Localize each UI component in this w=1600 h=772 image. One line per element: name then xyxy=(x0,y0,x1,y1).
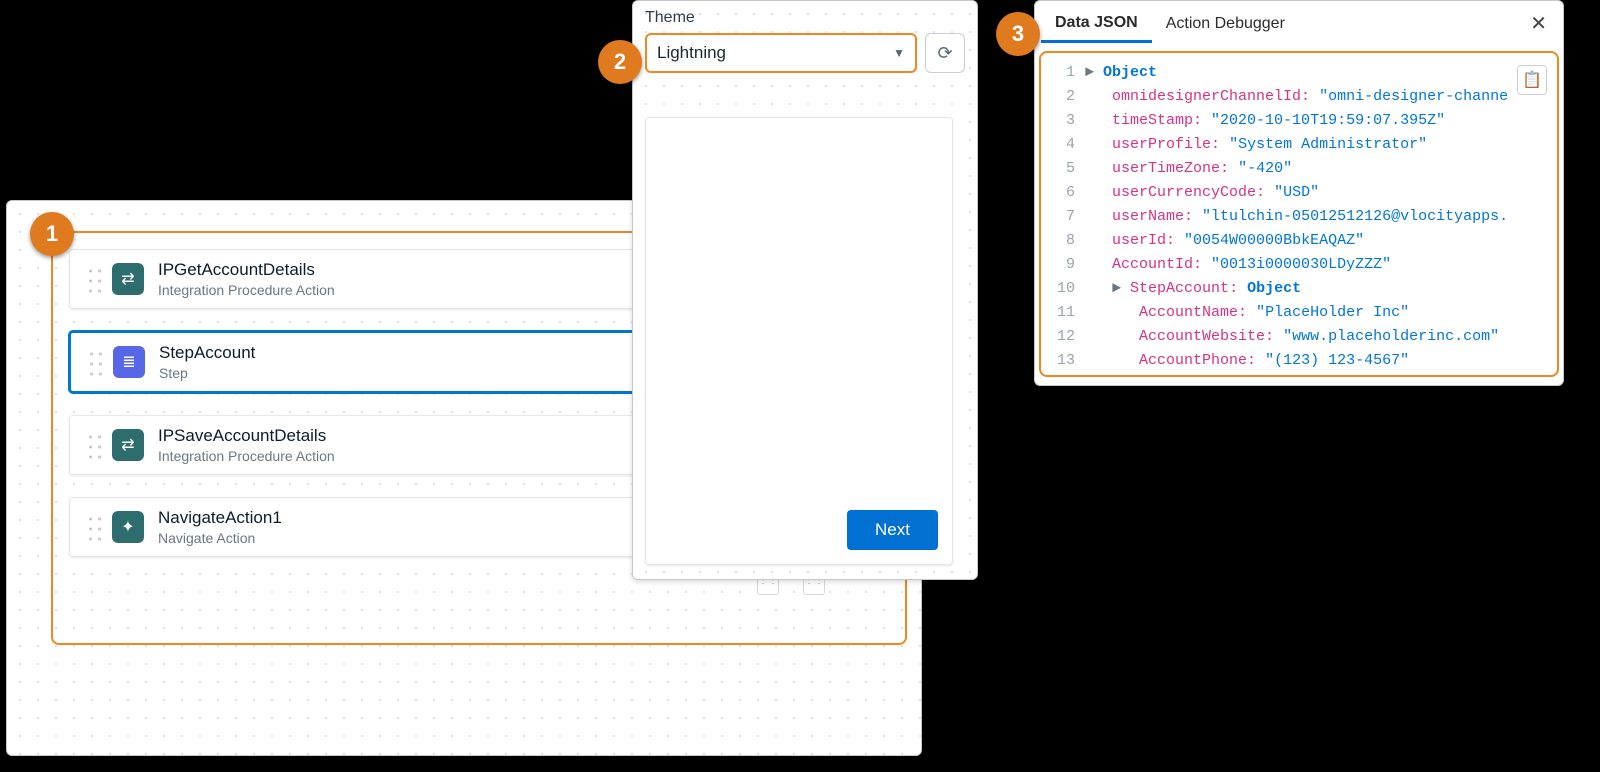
line-number: 3 xyxy=(1041,109,1085,133)
json-value: "System Administrator" xyxy=(1229,136,1427,153)
expand-arrow-icon[interactable]: ► xyxy=(1112,280,1130,297)
card-subtitle: Integration Procedure Action xyxy=(158,448,335,464)
json-key: userTimeZone xyxy=(1112,160,1220,177)
json-value: "0013i0000030LDyZZZ" xyxy=(1211,256,1391,273)
json-key: userName xyxy=(1112,208,1184,225)
json-row[interactable]: 9 AccountId: "0013i0000030LDyZZZ" xyxy=(1041,253,1553,277)
callout-badge-2: 2 xyxy=(598,40,642,84)
reload-button[interactable]: ⟳ xyxy=(925,33,965,73)
tab-data-json[interactable]: Data JSON xyxy=(1041,4,1152,43)
json-key: userProfile xyxy=(1112,136,1211,153)
json-value: "-420" xyxy=(1238,160,1292,177)
line-number: 6 xyxy=(1041,181,1085,205)
preview-viewport: Next xyxy=(645,117,953,565)
json-key: AccountWebsite xyxy=(1139,328,1265,345)
json-key: AccountName xyxy=(1139,304,1238,321)
json-key: AccountPhone xyxy=(1139,352,1247,369)
theme-select[interactable]: Lightning ▼ xyxy=(645,33,917,73)
callout-badge-1: 1 xyxy=(30,212,74,256)
json-row[interactable]: 11 AccountName: "PlaceHolder Inc" xyxy=(1041,301,1553,325)
json-value: "ltulchin-05012512126@vlocityapps. xyxy=(1202,208,1508,225)
drag-handle-icon[interactable] xyxy=(84,512,102,542)
card-title: NavigateAction1 xyxy=(158,508,282,528)
drag-handle-icon[interactable] xyxy=(84,264,102,294)
json-key: StepAccount xyxy=(1130,280,1229,297)
card-title: IPSaveAccountDetails xyxy=(158,426,335,446)
json-viewer[interactable]: 1► Object2 omnidesignerChannelId: "omni-… xyxy=(1041,61,1553,373)
theme-select-value: Lightning xyxy=(657,43,726,63)
drag-handle-icon[interactable] xyxy=(85,347,103,377)
line-number: 10 xyxy=(1041,277,1085,301)
json-key: userId xyxy=(1112,232,1166,249)
json-key: timeStamp xyxy=(1112,112,1193,129)
line-number: 11 xyxy=(1041,301,1085,325)
close-icon[interactable]: ✕ xyxy=(1520,11,1557,36)
json-key: userCurrencyCode xyxy=(1112,184,1256,201)
clipboard-icon: 📋 xyxy=(1522,70,1542,90)
chevron-down-icon: ▼ xyxy=(893,46,905,60)
json-value: "PlaceHolder Inc" xyxy=(1256,304,1409,321)
json-value: "0054W00000BbkEAQAZ" xyxy=(1184,232,1364,249)
json-row[interactable]: 13 AccountPhone: "(123) 123-4567" xyxy=(1041,349,1553,373)
json-value: "omni-designer-channe xyxy=(1319,88,1508,105)
callout-badge-3: 3 xyxy=(996,12,1040,56)
json-key: omnidesignerChannelId xyxy=(1112,88,1301,105)
next-button[interactable]: Next xyxy=(847,510,938,550)
card-title: StepAccount xyxy=(159,343,255,363)
json-value: "2020-10-10T19:59:07.395Z" xyxy=(1211,112,1445,129)
line-number: 12 xyxy=(1041,325,1085,349)
card-subtitle: Integration Procedure Action xyxy=(158,282,335,298)
element-type-icon: ≣ xyxy=(113,346,145,378)
debugger-tabs: Data JSON Action Debugger ✕ xyxy=(1035,1,1563,45)
json-value: Object xyxy=(1247,280,1301,297)
expand-arrow-icon[interactable]: ► xyxy=(1085,64,1103,81)
line-number: 5 xyxy=(1041,157,1085,181)
preview-panel: Theme Lightning ▼ ⟳ Next xyxy=(632,0,978,580)
card-subtitle: Navigate Action xyxy=(158,530,282,546)
card-title: IPGetAccountDetails xyxy=(158,260,335,280)
json-row[interactable]: 2 omnidesignerChannelId: "omni-designer-… xyxy=(1041,85,1553,109)
theme-label: Theme xyxy=(645,9,965,27)
card-subtitle: Step xyxy=(159,365,255,381)
tab-action-debugger[interactable]: Action Debugger xyxy=(1152,5,1299,41)
line-number: 8 xyxy=(1041,229,1085,253)
json-value: "USD" xyxy=(1274,184,1319,201)
json-value: Object xyxy=(1103,64,1157,81)
reload-icon: ⟳ xyxy=(937,43,952,64)
json-row[interactable]: 12 AccountWebsite: "www.placeholderinc.c… xyxy=(1041,325,1553,349)
line-number: 4 xyxy=(1041,133,1085,157)
json-row[interactable]: 3 timeStamp: "2020-10-10T19:59:07.395Z" xyxy=(1041,109,1553,133)
line-number: 1 xyxy=(1041,61,1085,85)
json-row[interactable]: 8 userId: "0054W00000BbkEAQAZ" xyxy=(1041,229,1553,253)
callout-outline-3: 📋 1► Object2 omnidesignerChannelId: "omn… xyxy=(1039,51,1559,377)
line-number: 7 xyxy=(1041,205,1085,229)
json-row[interactable]: 7 userName: "ltulchin-05012512126@vlocit… xyxy=(1041,205,1553,229)
preview-header: Theme Lightning ▼ ⟳ xyxy=(633,1,977,109)
element-type-icon: ✦ xyxy=(112,511,144,543)
json-key: AccountId xyxy=(1112,256,1193,273)
json-row[interactable]: 1► Object xyxy=(1041,61,1553,85)
json-value: "(123) 123-4567" xyxy=(1265,352,1409,369)
copy-button[interactable]: 📋 xyxy=(1517,65,1547,95)
line-number: 13 xyxy=(1041,349,1085,373)
json-row[interactable]: 4 userProfile: "System Administrator" xyxy=(1041,133,1553,157)
element-type-icon: ⇄ xyxy=(112,263,144,295)
json-row[interactable]: 5 userTimeZone: "-420" xyxy=(1041,157,1553,181)
element-type-icon: ⇄ xyxy=(112,429,144,461)
json-value: "www.placeholderinc.com" xyxy=(1283,328,1499,345)
json-row[interactable]: 6 userCurrencyCode: "USD" xyxy=(1041,181,1553,205)
data-json-panel: Data JSON Action Debugger ✕ 📋 1► Object2… xyxy=(1034,0,1564,386)
line-number: 2 xyxy=(1041,85,1085,109)
json-row[interactable]: 10 ► StepAccount: Object xyxy=(1041,277,1553,301)
drag-handle-icon[interactable] xyxy=(84,430,102,460)
line-number: 9 xyxy=(1041,253,1085,277)
